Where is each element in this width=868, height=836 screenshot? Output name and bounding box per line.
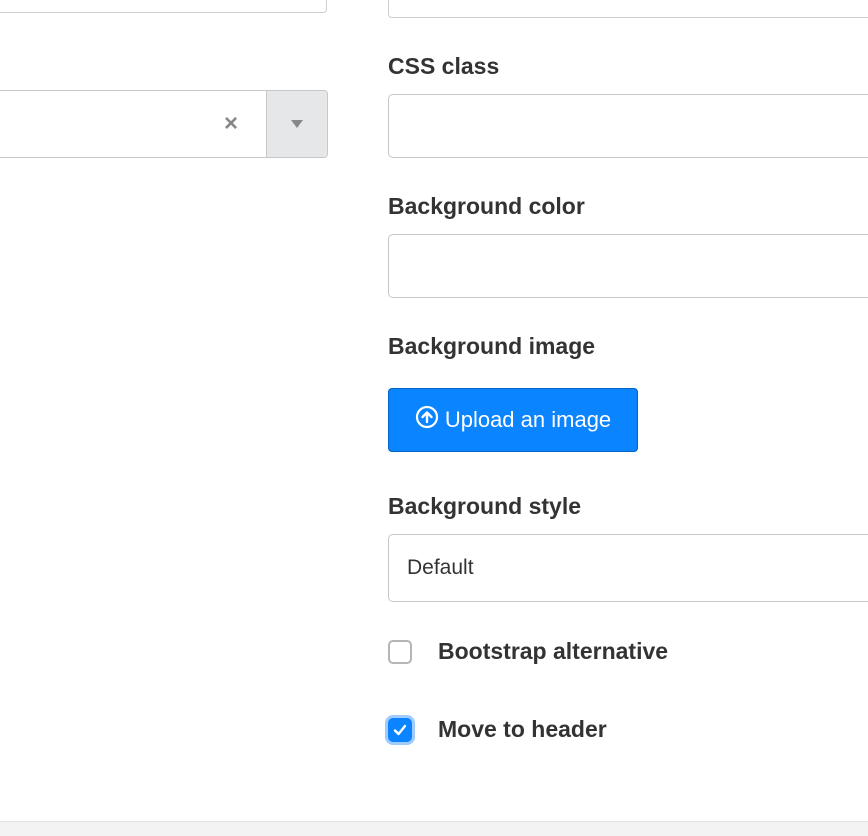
left-select-field[interactable]: × [0,90,328,158]
move-to-header-label: Move to header [438,716,607,742]
css-class-input[interactable] [388,94,868,158]
bootstrap-alternative-label: Bootstrap alternative [438,638,669,664]
background-style-select[interactable]: Default [388,534,868,602]
upload-image-label: Upload an image [444,407,612,432]
footer-bar [0,821,868,836]
chevron-down-icon [291,120,303,128]
background-color-label: Background color [388,193,585,219]
left-top-input[interactable] [0,0,327,13]
background-style-value: Default [407,556,474,579]
upload-image-button[interactable]: Upload an image [388,388,638,452]
bootstrap-alternative-row[interactable]: Bootstrap alternative [388,638,668,665]
checkmark-icon [393,724,407,735]
left-select-value[interactable]: × [0,91,266,157]
right-top-input[interactable] [388,0,868,18]
settings-panel: × CSS class Background color Background … [0,0,868,836]
move-to-header-checkbox[interactable] [388,717,412,742]
bootstrap-alternative-checkbox[interactable] [388,639,412,664]
background-image-label: Background image [388,333,596,359]
css-class-label: CSS class [388,53,500,79]
move-to-header-row[interactable]: Move to header [388,716,607,743]
upload-circle-icon [415,405,438,429]
background-color-input[interactable] [388,234,868,298]
left-select-toggle[interactable] [266,91,327,157]
background-style-label: Background style [388,493,581,519]
clear-selection-icon[interactable]: × [224,110,238,138]
